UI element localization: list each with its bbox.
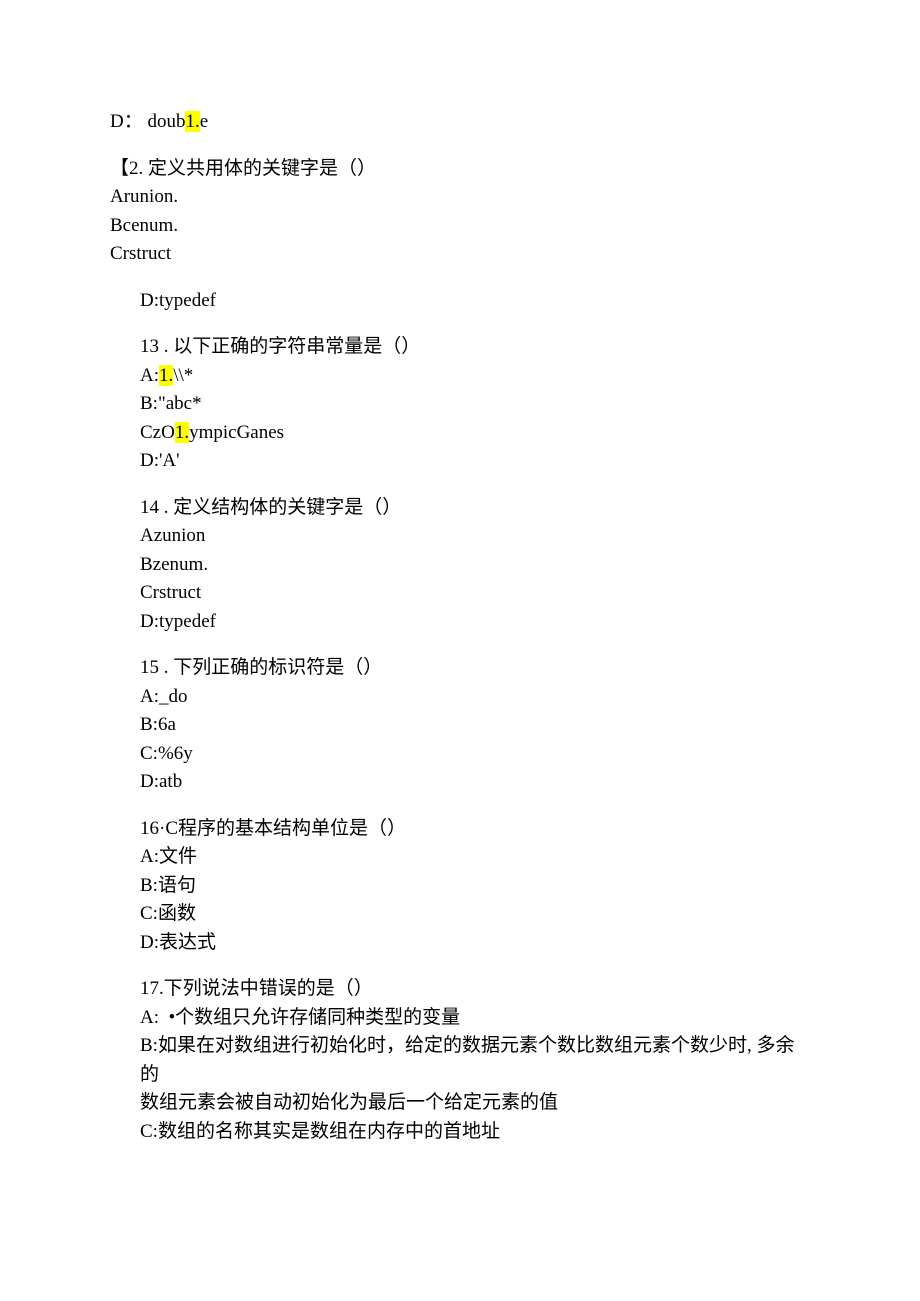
text-line: D:atb (140, 768, 810, 797)
text-line: A:文件 (140, 843, 810, 872)
text-run: B:语句 (140, 875, 196, 896)
text-run: D:typedef (140, 611, 216, 632)
text-line: B:如果在对数组进行初始化时，给定的数据元素个数比数组元素个数少时, 多余的 (140, 1032, 810, 1089)
text-run: 14 . 定义结构体的关键字是（） (140, 497, 401, 518)
text-run: C:数组的名称其实是数组在内存中的首地址 (140, 1121, 500, 1142)
text-run: e (200, 111, 208, 132)
text-line: D： doub1.e (110, 108, 810, 137)
text-line: D:typedef (140, 287, 810, 316)
text-line: Azunion (140, 522, 810, 551)
text-run: 【2. 定义共用体的关键字是（） (110, 158, 376, 179)
text-run: Crstruct (110, 243, 171, 264)
text-line: Arunion. (110, 183, 810, 212)
text-run: 15 . 下列正确的标识符是（） (140, 657, 382, 678)
text-run: B:如果在对数组进行初始化时，给定的数据元素个数比数组元素个数少时, 多余的 (140, 1035, 794, 1085)
text-run: Azunion (140, 525, 205, 546)
text-line: C:数组的名称其实是数组在内存中的首地址 (140, 1118, 810, 1147)
text-line: B:6a (140, 711, 810, 740)
text-run: D： doub (110, 111, 185, 132)
text-run: Crstruct (140, 582, 201, 603)
highlighted-text: 1. (159, 365, 173, 386)
text-run: 17.下列说法中错误的是（） (140, 978, 373, 999)
text-run: D:表达式 (140, 932, 216, 953)
text-run: Bcenum. (110, 215, 178, 236)
text-line: A: •个数组只允许存储同种类型的变量 (140, 1004, 810, 1033)
text-line: A:1.\\* (140, 362, 810, 391)
text-run: \\* (173, 365, 193, 386)
document-page: D： doub1.e【2. 定义共用体的关键字是（）Arunion.Bcenum… (0, 0, 920, 1301)
text-line: D:typedef (140, 608, 810, 637)
text-run: CzO (140, 422, 175, 443)
text-run: A: •个数组只允许存储同种类型的变量 (140, 1007, 460, 1028)
text-line: B:"abc* (140, 390, 810, 419)
text-line: CzO1.ympicGanes (140, 419, 810, 448)
text-run: A:_do (140, 686, 188, 707)
highlighted-text: 1. (185, 111, 199, 132)
text-line: 17.下列说法中错误的是（） (140, 975, 810, 1004)
text-run: D:typedef (140, 290, 216, 311)
text-run: D:'A' (140, 450, 180, 471)
highlighted-text: 1. (175, 422, 189, 443)
text-line: 数组元素会被自动初始化为最后一个给定元素的值 (140, 1089, 810, 1118)
text-run: 13 . 以下正确的字符串常量是（） (140, 336, 420, 357)
text-line: A:_do (140, 683, 810, 712)
text-line: C:函数 (140, 900, 810, 929)
text-line: Bcenum. (110, 212, 810, 241)
text-line: 【2. 定义共用体的关键字是（） (110, 155, 810, 184)
text-line: 13 . 以下正确的字符串常量是（） (140, 333, 810, 362)
text-line: B:语句 (140, 872, 810, 901)
text-run: ympicGanes (189, 422, 284, 443)
text-run: Bzenum. (140, 554, 208, 575)
text-line: Crstruct (110, 240, 810, 269)
text-run: C:%6y (140, 743, 193, 764)
text-run: 数组元素会被自动初始化为最后一个给定元素的值 (140, 1092, 558, 1113)
text-run: Arunion. (110, 186, 178, 207)
text-line: 16·C程序的基本结构单位是（） (140, 815, 810, 844)
text-run: B:6a (140, 714, 176, 735)
text-run: B:"abc* (140, 393, 202, 414)
text-line: 14 . 定义结构体的关键字是（） (140, 494, 810, 523)
text-run: A: (140, 365, 159, 386)
text-line: Crstruct (140, 579, 810, 608)
text-line: C:%6y (140, 740, 810, 769)
text-line: 15 . 下列正确的标识符是（） (140, 654, 810, 683)
text-run: 16·C程序的基本结构单位是（） (140, 818, 406, 839)
text-run: A:文件 (140, 846, 197, 867)
text-line: Bzenum. (140, 551, 810, 580)
text-run: C:函数 (140, 903, 196, 924)
text-line: D:'A' (140, 447, 810, 476)
text-run: D:atb (140, 771, 182, 792)
text-line: D:表达式 (140, 929, 810, 958)
